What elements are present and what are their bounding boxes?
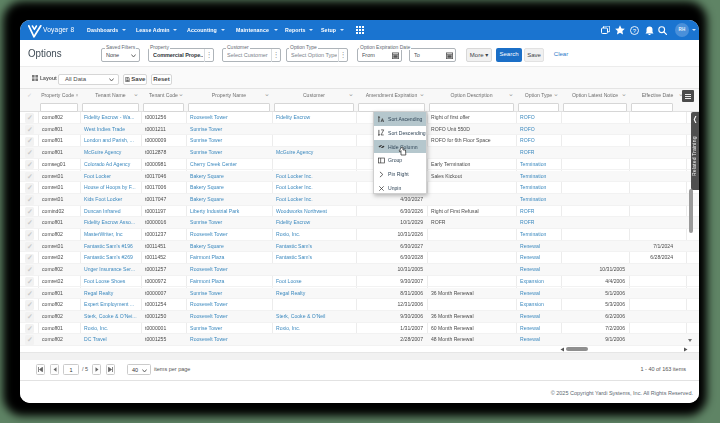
svg-text:?: ?	[633, 27, 637, 33]
